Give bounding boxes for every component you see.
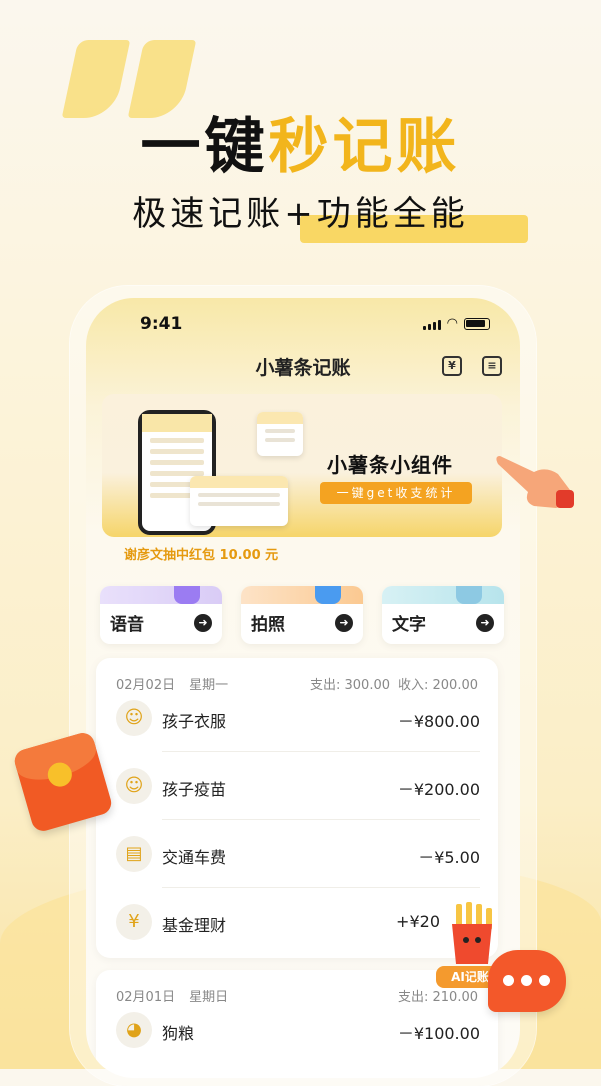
signal-icon (422, 320, 441, 330)
arrow-right-icon: ➜ (335, 614, 353, 632)
wifi-icon: ◠ (446, 316, 458, 331)
transaction-row[interactable]: ☺ 孩子衣服 －¥800.00 (116, 684, 480, 752)
fries-mascot-icon (452, 902, 492, 964)
bus-icon: ▤ (116, 836, 152, 872)
child-face-icon: ☺ (116, 768, 152, 804)
widget-banner[interactable]: 小薯条小组件 一键get收支统计 (102, 394, 502, 537)
voice-entry-button[interactable]: 语音 ➜ (100, 586, 222, 644)
widget-small-illustration (257, 412, 303, 456)
chat-bubble-icon (488, 950, 566, 1012)
transaction-row[interactable]: ☺ 孩子疫苗 －¥200.00 (116, 752, 480, 820)
banner-title: 小薯条小组件 (327, 453, 453, 477)
promo-ticker: 谢彦文抽中红包 10.00 元 (124, 548, 279, 563)
text-entry-button[interactable]: 文字 ➜ (382, 586, 504, 644)
dog-icon: ◕ (116, 1012, 152, 1048)
photo-entry-button[interactable]: 拍照 ➜ (241, 586, 363, 644)
calendar-icon[interactable]: ≡ (482, 356, 502, 376)
fund-icon: ¥ (116, 904, 152, 940)
keyboard-icon (456, 586, 482, 604)
banner-pill: 一键get收支统计 (320, 482, 472, 504)
pointing-hand-icon (496, 456, 574, 508)
status-time: 9:41 (140, 314, 183, 334)
transaction-row[interactable]: ◕ 狗粮 －¥100.00 (116, 996, 480, 1064)
hero-title: 一键秒记账 (140, 112, 461, 182)
microphone-icon (174, 586, 200, 604)
camera-icon (315, 586, 341, 604)
day-card: 02月02日 星期一 支出: 300.00 收入: 200.00 ☺ 孩子衣服 －¥… (96, 658, 498, 958)
widget-medium-illustration (190, 476, 288, 526)
transaction-row[interactable]: ¥ 基金理财 +¥20 (116, 888, 480, 956)
day-card: 02月01日 星期日 支出: 210.00 ◕ 狗粮 －¥100.00 (96, 970, 498, 1078)
arrow-right-icon: ➜ (476, 614, 494, 632)
hero-subtitle: 极速记账+功能全能 (132, 194, 469, 234)
status-icons: ◠ (422, 316, 490, 331)
transaction-row[interactable]: ▤ 交通车费 －¥5.00 (116, 820, 480, 888)
child-face-icon: ☺ (116, 700, 152, 736)
battery-icon (464, 318, 490, 330)
yen-button[interactable]: ¥ (442, 356, 462, 376)
arrow-right-icon: ➜ (194, 614, 212, 632)
